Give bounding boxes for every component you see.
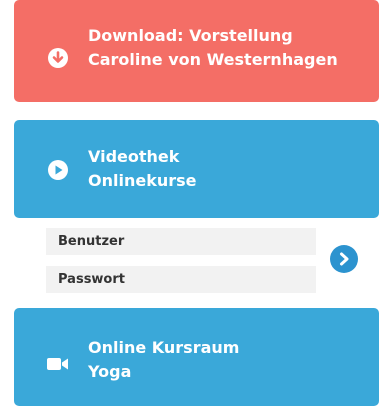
videothek-label-line1: Videothek xyxy=(88,147,180,166)
download-label-line2: Caroline von Westernhagen xyxy=(88,50,338,69)
login-submit-button[interactable] xyxy=(330,245,358,273)
password-field[interactable] xyxy=(46,266,316,293)
download-label: Download: Vorstellung Caroline von Weste… xyxy=(88,24,338,72)
download-label-line1: Download: Vorstellung xyxy=(88,26,293,45)
username-field[interactable] xyxy=(46,228,316,255)
videothek-label: Videothek Onlinekurse xyxy=(88,145,197,193)
kursraum-label-line1: Online Kursraum xyxy=(88,338,240,357)
online-kursraum-button[interactable]: Online Kursraum Yoga xyxy=(14,308,379,406)
videothek-label-line2: Onlinekurse xyxy=(88,171,197,190)
play-circle-icon xyxy=(46,158,70,182)
video-camera-icon xyxy=(46,352,70,376)
videothek-button[interactable]: Videothek Onlinekurse xyxy=(14,120,379,218)
download-circle-icon xyxy=(46,46,70,70)
download-presentation-button[interactable]: Download: Vorstellung Caroline von Weste… xyxy=(14,0,379,102)
login-form xyxy=(14,218,379,308)
kursraum-label: Online Kursraum Yoga xyxy=(88,336,239,384)
chevron-right-icon xyxy=(337,252,351,266)
kursraum-label-line2: Yoga xyxy=(88,362,132,381)
